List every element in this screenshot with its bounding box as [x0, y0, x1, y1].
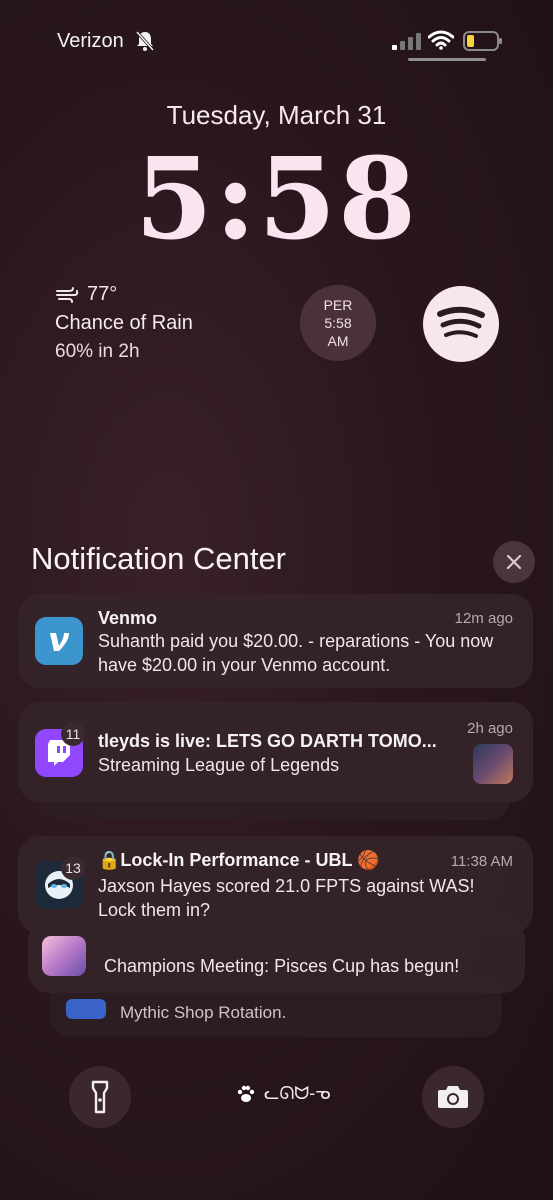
notification-ubl[interactable]: 13 🔒Lock-In Performance - UBL 🏀 11:38 AM… — [18, 836, 533, 934]
twitch-body: Streaming League of Legends — [98, 755, 340, 775]
ubl-time: 11:38 AM — [450, 853, 513, 870]
per-ampm: AM — [327, 333, 349, 349]
per-label: PER — [323, 297, 353, 313]
mythic-body: Mythic Shop Rotation. — [120, 1003, 287, 1022]
wifi-icon — [428, 30, 454, 50]
cell-signal-icon — [392, 32, 422, 50]
battery-icon — [463, 31, 502, 51]
lock-date: Tuesday, March 31 — [166, 100, 387, 130]
mythic-app-icon — [66, 999, 106, 1019]
twitch-thumbnail — [473, 744, 513, 784]
wind-icon — [56, 286, 79, 303]
flashlight-icon — [91, 1080, 109, 1114]
per-time-widget[interactable]: PER 5:58 AM — [300, 285, 376, 361]
ubl-body: Jaxson Hayes scored 21.0 FPTS against WA… — [98, 876, 475, 920]
venmo-time: 12m ago — [454, 610, 513, 627]
per-time: 5:58 — [324, 315, 352, 331]
spotify-icon — [437, 306, 485, 338]
champions-body: Champions Meeting: Pisces Cup has begun! — [104, 956, 460, 976]
weather-detail: 60% in 2h — [55, 341, 140, 362]
notification-venmo[interactable]: Venmo 12m ago Suhanth paid you $20.00. -… — [18, 594, 533, 688]
twitch-title: tleyds is live: LETS GO DARTH TOMO... — [98, 731, 437, 751]
spotify-widget[interactable] — [423, 286, 499, 362]
camera-icon — [438, 1086, 468, 1108]
flashlight-button[interactable] — [69, 1066, 131, 1128]
camera-button[interactable] — [422, 1066, 484, 1128]
venmo-v-icon — [50, 633, 69, 651]
venmo-app-icon — [35, 617, 83, 665]
twitch-time: 2h ago — [467, 720, 513, 737]
weather-widget[interactable]: 77° Chance of Rain 60% in 2h — [55, 283, 275, 363]
control-center-grabber[interactable] — [408, 58, 486, 61]
silent-bell-icon — [135, 31, 155, 51]
twitch-badge: 11 — [61, 722, 85, 746]
carrier-label: Verizon — [57, 30, 124, 52]
venmo-title: Venmo — [98, 608, 158, 628]
weather-condition: Chance of Rain — [55, 312, 193, 334]
lock-time: 5:58 — [134, 134, 419, 265]
umamusume-app-icon — [42, 936, 86, 976]
ubl-title: 🔒Lock-In Performance - UBL 🏀 — [98, 850, 380, 870]
cat-widget[interactable]: ᓚᘏᗢ-ᓀ — [236, 1083, 331, 1104]
venmo-body: Suhanth paid you $20.00. - reparations -… — [98, 631, 494, 675]
notification-twitch[interactable]: 11 tleyds is live: LETS GO DARTH TOMO...… — [18, 702, 533, 802]
clear-notifications-button[interactable] — [493, 541, 535, 583]
notification-center-title: Notification Center — [31, 541, 287, 576]
weather-temp: 77° — [87, 283, 118, 305]
ubl-badge: 13 — [61, 856, 85, 880]
close-icon — [506, 554, 522, 570]
cat-widget-label: ᓚᘏᗢ-ᓀ — [264, 1083, 331, 1103]
paw-icon — [237, 1085, 255, 1102]
